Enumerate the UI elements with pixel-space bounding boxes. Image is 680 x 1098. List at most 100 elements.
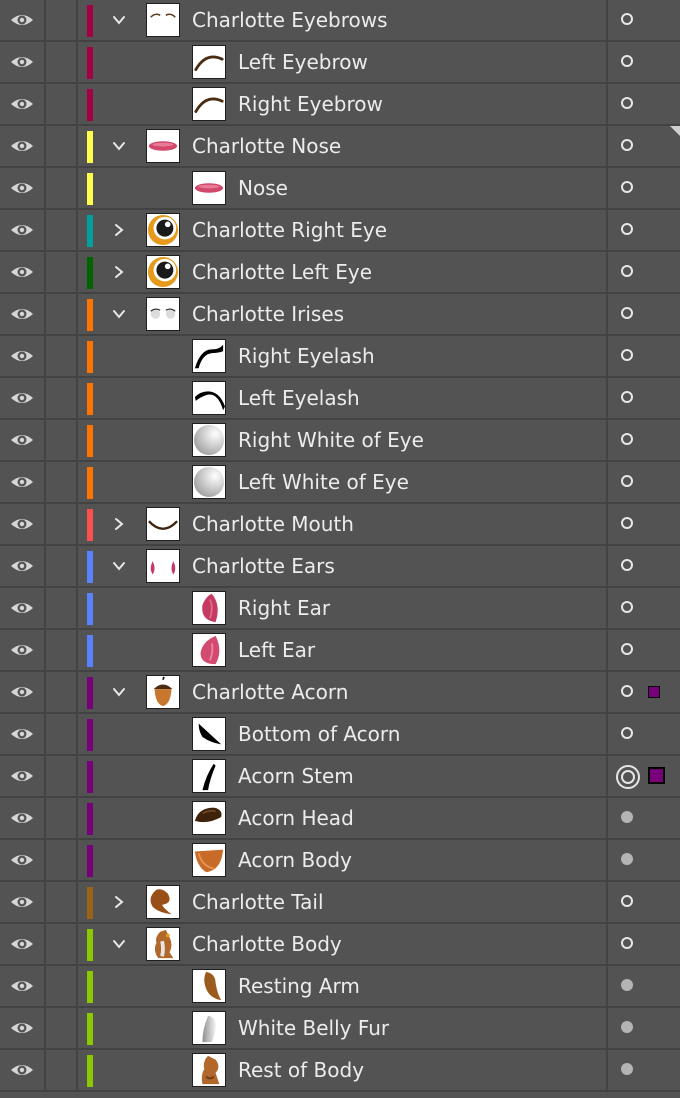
target-circle-icon[interactable] [621, 601, 633, 613]
visibility-eye-icon[interactable] [0, 336, 46, 376]
target-circle-icon[interactable] [621, 979, 633, 991]
visibility-eye-icon[interactable] [0, 0, 46, 40]
visibility-eye-icon[interactable] [0, 1050, 46, 1090]
layer-row-acorn-head[interactable]: Acorn Head [0, 798, 680, 840]
visibility-eye-icon[interactable] [0, 1008, 46, 1048]
layer-name[interactable]: Right Ear [238, 588, 330, 628]
layer-row-right-white-of-eye[interactable]: Right White of Eye [0, 420, 680, 462]
target-circle-icon[interactable] [621, 895, 633, 907]
layer-name[interactable]: Left Eyebrow [238, 42, 368, 82]
layer-name[interactable]: Left White of Eye [238, 462, 409, 502]
visibility-eye-icon[interactable] [0, 420, 46, 460]
visibility-eye-icon[interactable] [0, 546, 46, 586]
lock-toggle[interactable] [46, 1050, 78, 1090]
layer-row-charlotte-acorn[interactable]: Charlotte Acorn [0, 672, 680, 714]
target-circle-icon[interactable] [621, 307, 633, 319]
layer-row-right-eyebrow[interactable]: Right Eyebrow [0, 84, 680, 126]
target-circle-icon[interactable] [621, 937, 633, 949]
visibility-eye-icon[interactable] [0, 462, 46, 502]
chevron-right-icon[interactable] [111, 264, 127, 280]
layer-row-charlotte-irises[interactable]: Charlotte Irises [0, 294, 680, 336]
target-circle-icon[interactable] [621, 559, 633, 571]
target-circle-icon[interactable] [621, 433, 633, 445]
chevron-right-icon[interactable] [111, 222, 127, 238]
layer-name[interactable]: Right White of Eye [238, 420, 424, 460]
lock-toggle[interactable] [46, 504, 78, 544]
lock-toggle[interactable] [46, 294, 78, 334]
layer-row-charlotte-right-eye[interactable]: Charlotte Right Eye [0, 210, 680, 252]
layer-row-nose[interactable]: Nose [0, 168, 680, 210]
chevron-right-icon[interactable] [111, 516, 127, 532]
chevron-down-icon[interactable] [111, 558, 127, 574]
visibility-eye-icon[interactable] [0, 924, 46, 964]
visibility-eye-icon[interactable] [0, 798, 46, 838]
target-circle-icon[interactable] [621, 139, 633, 151]
lock-toggle[interactable] [46, 84, 78, 124]
visibility-eye-icon[interactable] [0, 630, 46, 670]
layer-name[interactable]: Acorn Head [238, 798, 354, 838]
target-circle-icon[interactable] [621, 811, 633, 823]
chevron-down-icon[interactable] [111, 138, 127, 154]
layer-name[interactable]: Charlotte Nose [192, 126, 341, 166]
chevron-down-icon[interactable] [111, 306, 127, 322]
layer-name[interactable]: Right Eyebrow [238, 84, 383, 124]
layer-name[interactable]: Left Ear [238, 630, 315, 670]
lock-toggle[interactable] [46, 798, 78, 838]
layer-row-charlotte-ears[interactable]: Charlotte Ears [0, 546, 680, 588]
target-circle-icon[interactable] [621, 97, 633, 109]
lock-toggle[interactable] [46, 252, 78, 292]
chevron-down-icon[interactable] [111, 12, 127, 28]
visibility-eye-icon[interactable] [0, 84, 46, 124]
lock-toggle[interactable] [46, 42, 78, 82]
target-circle-icon[interactable] [621, 1021, 633, 1033]
lock-toggle[interactable] [46, 378, 78, 418]
layer-row-charlotte-mouth[interactable]: Charlotte Mouth [0, 504, 680, 546]
visibility-eye-icon[interactable] [0, 210, 46, 250]
lock-toggle[interactable] [46, 966, 78, 1006]
layer-row-acorn-stem[interactable]: Acorn Stem [0, 756, 680, 798]
target-circle-icon[interactable] [621, 1063, 633, 1075]
visibility-eye-icon[interactable] [0, 126, 46, 166]
layer-name[interactable]: Charlotte Ears [192, 546, 335, 586]
layer-row-left-white-of-eye[interactable]: Left White of Eye [0, 462, 680, 504]
layer-row-charlotte-tail[interactable]: Charlotte Tail [0, 882, 680, 924]
layer-name[interactable]: Bottom of Acorn [238, 714, 400, 754]
layer-name[interactable]: Charlotte Body [192, 924, 342, 964]
visibility-eye-icon[interactable] [0, 252, 46, 292]
visibility-eye-icon[interactable] [0, 504, 46, 544]
lock-toggle[interactable] [46, 882, 78, 922]
visibility-eye-icon[interactable] [0, 714, 46, 754]
layer-name[interactable]: Charlotte Acorn [192, 672, 348, 712]
target-circle-icon[interactable] [621, 223, 633, 235]
target-circle-icon[interactable] [621, 181, 633, 193]
layer-name[interactable]: Nose [238, 168, 288, 208]
chevron-down-icon[interactable] [111, 684, 127, 700]
target-circle-icon[interactable] [621, 349, 633, 361]
visibility-eye-icon[interactable] [0, 672, 46, 712]
visibility-eye-icon[interactable] [0, 294, 46, 334]
layer-row-charlotte-eyebrows[interactable]: Charlotte Eyebrows [0, 0, 680, 42]
selection-indicator-square[interactable] [648, 686, 660, 698]
lock-toggle[interactable] [46, 924, 78, 964]
layer-name[interactable]: Charlotte Tail [192, 882, 324, 922]
target-circle-icon[interactable] [621, 391, 633, 403]
layer-name[interactable]: Acorn Body [238, 840, 352, 880]
lock-toggle[interactable] [46, 588, 78, 628]
target-circle-icon[interactable] [616, 765, 640, 789]
lock-toggle[interactable] [46, 0, 78, 40]
layer-row-charlotte-body[interactable]: Charlotte Body [0, 924, 680, 966]
layer-name[interactable]: Left Eyelash [238, 378, 360, 418]
chevron-right-icon[interactable] [111, 894, 127, 910]
visibility-eye-icon[interactable] [0, 966, 46, 1006]
layer-row-right-ear[interactable]: Right Ear [0, 588, 680, 630]
chevron-down-icon[interactable] [111, 936, 127, 952]
lock-toggle[interactable] [46, 462, 78, 502]
lock-toggle[interactable] [46, 546, 78, 586]
layer-name[interactable]: Acorn Stem [238, 756, 354, 796]
target-circle-icon[interactable] [621, 643, 633, 655]
visibility-eye-icon[interactable] [0, 378, 46, 418]
target-circle-icon[interactable] [621, 265, 633, 277]
layer-name[interactable]: Charlotte Eyebrows [192, 0, 388, 40]
lock-toggle[interactable] [46, 1008, 78, 1048]
selection-indicator-square[interactable] [648, 767, 665, 784]
